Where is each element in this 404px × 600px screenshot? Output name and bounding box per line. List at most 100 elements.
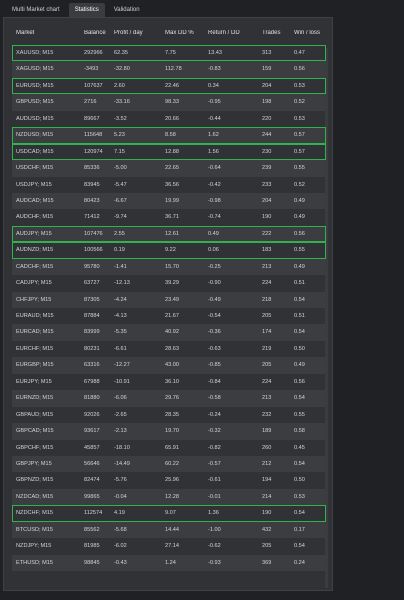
cell-return-dd: -0.25 — [208, 263, 221, 270]
cell-win-loss: 0.51 — [294, 280, 305, 287]
cell-profit-per-day: -14.49 — [114, 460, 130, 467]
table-row[interactable]: EURAUD; M15 87884 -4.13 21.67 -0.54 205 0.51 — [12, 308, 326, 325]
cell-profit-per-day: 2.60 — [114, 82, 125, 89]
tab-multi-market-chart[interactable]: Multi Market chart — [6, 3, 66, 17]
table-row[interactable]: AUDJPY; M15 107476 2.55 12.61 0.49 222 0.56 — [12, 225, 326, 243]
header-return-dd[interactable]: Return / DD — [208, 30, 260, 36]
cell-win-loss: 0.57 — [294, 148, 305, 155]
table-row[interactable]: GBPCHF; M15 45857 -18.10 65.91 -0.82 260 0.45 — [12, 439, 326, 456]
table-row[interactable]: NZDJPY; M15 81985 -6.02 27.14 -0.62 205 0.54 — [12, 538, 326, 555]
cell-win-loss: 0.50 — [294, 345, 305, 352]
cell-profit-per-day: 4.19 — [114, 510, 125, 517]
table-row[interactable]: EURJPY; M15 67988 -10.91 36.10 -0.84 224 0.56 — [12, 373, 326, 391]
cell-return-dd: 0.06 — [208, 247, 219, 254]
cell-profit-per-day: 0.19 — [114, 247, 125, 254]
cell-max-dd: 28.63 — [165, 345, 179, 352]
cell-return-dd: -0.64 — [208, 165, 221, 172]
tab-bar: Multi Market chart Statistics Validation — [0, 0, 404, 17]
cell-max-dd: 1.24 — [165, 559, 176, 566]
cell-return-dd: 13.43 — [208, 50, 222, 56]
table-row[interactable]: GBPAUD; M15 92026 -2.65 28.35 -0.24 232 0.55 — [12, 406, 326, 424]
cell-win-loss: 0.52 — [294, 181, 305, 188]
table-row[interactable]: NZDCAD; M15 99865 -0.04 12.28 -0.01 214 0.53 — [12, 488, 326, 506]
cell-profit-per-day: -5.00 — [114, 165, 127, 172]
cell-return-dd: -0.61 — [208, 477, 221, 484]
cell-max-dd: 27.14 — [165, 543, 179, 550]
cell-max-dd: 19.99 — [165, 197, 179, 204]
cell-trades: 213 — [262, 263, 272, 270]
cell-profit-per-day: -33.16 — [114, 99, 130, 106]
cell-max-dd: 112.78 — [165, 66, 182, 73]
cell-win-loss: 0.47 — [294, 50, 305, 56]
cell-win-loss: 0.57 — [294, 132, 305, 139]
header-max-dd[interactable]: Max DD % — [165, 30, 205, 36]
cell-profit-per-day: -0.43 — [114, 559, 127, 566]
cell-trades: 205 — [262, 362, 272, 369]
tab-validation[interactable]: Validation — [108, 3, 146, 17]
cell-return-dd: 1.36 — [208, 510, 219, 517]
cell-return-dd: -0.42 — [208, 181, 221, 188]
cell-win-loss: 0.51 — [294, 313, 305, 319]
cell-return-dd: -0.90 — [208, 280, 221, 287]
cell-max-dd: 8.58 — [165, 132, 176, 139]
table-row[interactable]: GBPNZD; M15 82474 -5.76 25.96 -0.61 194 0.50 — [12, 472, 326, 489]
cell-profit-per-day: -5.68 — [114, 526, 127, 533]
cell-win-loss: 0.49 — [294, 263, 305, 270]
table-row[interactable]: AUDCAD; M15 80423 -6.67 19.99 -0.98 204 0.49 — [12, 192, 326, 210]
table-row[interactable]: GBPCAD; M15 93617 -2.13 19.70 -0.32 189 0.58 — [12, 423, 326, 440]
header-win-loss[interactable]: Win / loss — [294, 30, 324, 36]
cell-max-dd: 98.33 — [165, 99, 179, 106]
table-row[interactable]: CADJPY; M15 63727 -12.13 39.29 -0.90 224 0.51 — [12, 275, 326, 292]
cell-trades: 205 — [262, 543, 272, 550]
cell-max-dd: 7.75 — [165, 50, 176, 56]
cell-max-dd: 40.92 — [165, 329, 179, 336]
cell-max-dd: 22.46 — [165, 82, 179, 89]
table-row[interactable]: AUDCHF; M15 71412 -9.74 36.71 -0.74 190 0.49 — [12, 209, 326, 226]
cell-max-dd: 23.49 — [165, 296, 179, 303]
table-row[interactable]: USDJPY; M15 83945 -5.47 36.56 -0.42 233 0.52 — [12, 176, 326, 193]
table-row[interactable]: CADCHF; M15 95780 -1.41 15.70 -0.25 213 0.49 — [12, 258, 326, 276]
cell-max-dd: 65.91 — [165, 444, 179, 451]
cell-max-dd: 21.67 — [165, 313, 179, 319]
cell-max-dd: 12.28 — [165, 493, 179, 500]
header-profit-per-day[interactable]: Profit / day — [114, 30, 162, 36]
table-row[interactable]: XAUUSD; M15 292966 62.35 7.75 13.43 313 0.47 — [12, 45, 326, 62]
table-row[interactable]: ETHUSD; M15 98845 -0.43 1.24 -0.93 369 0.24 — [12, 554, 326, 571]
table-row[interactable]: GBPUSD; M15 2716 -33.16 98.33 -0.95 198 0.52 — [12, 94, 326, 111]
cell-trades: 232 — [262, 411, 272, 418]
cell-trades: 198 — [262, 99, 272, 106]
cell-trades: 432 — [262, 526, 272, 533]
cell-win-loss: 0.49 — [294, 362, 305, 369]
table-row[interactable]: CHFJPY; M15 87305 -4.24 23.49 -0.49 218 0.54 — [12, 291, 326, 308]
table-row[interactable]: EURGBP; M15 63316 -12.27 43.00 -0.85 205 0.49 — [12, 357, 326, 374]
table-row[interactable]: USDCHF; M15 85336 -5.00 22.65 -0.64 239 0.55 — [12, 160, 326, 177]
table-row[interactable]: XAGUSD; M15 -3493 -32.80 112.78 -0.83 159 0.56 — [12, 61, 326, 78]
table-row[interactable]: GBPJPY; M15 56646 -14.49 60.22 -0.57 212 0.54 — [12, 455, 326, 473]
cell-win-loss: 0.49 — [294, 214, 305, 221]
cell-return-dd: -0.74 — [208, 214, 221, 221]
cell-trades: 190 — [262, 510, 272, 517]
cell-profit-per-day: -5.35 — [114, 329, 127, 336]
header-trades[interactable]: Trades — [262, 30, 292, 36]
cell-profit-per-day: -12.13 — [114, 280, 130, 287]
table-row[interactable]: NZDUSD; M15 115648 5.23 8.58 1.62 244 0.57 — [12, 127, 326, 144]
table-row[interactable]: AUDNZD; M15 100566 0.19 9.22 0.06 183 0.55 — [12, 242, 326, 259]
table-row[interactable]: USDCAD; M15 120974 7.15 12.88 1.56 230 0.57 — [12, 143, 326, 161]
cell-profit-per-day: -18.10 — [114, 444, 130, 451]
tab-statistics[interactable]: Statistics — [68, 3, 105, 17]
cell-max-dd: 19.70 — [165, 428, 179, 435]
cell-win-loss: 0.49 — [294, 197, 305, 204]
table-row[interactable]: NZDCHF; M15 112574 4.19 9.07 1.36 190 0.54 — [12, 505, 326, 522]
table-row[interactable]: EURCAD; M15 83999 -5.35 40.92 -0.36 174 0.54 — [12, 324, 326, 341]
cell-win-loss: 0.45 — [294, 444, 305, 451]
cell-profit-per-day: 62.35 — [114, 50, 128, 56]
cell-trades: 194 — [262, 477, 272, 484]
cell-trades: 218 — [262, 296, 272, 303]
table-row[interactable]: BTCUSD; M15 85562 -5.68 14.44 -1.00 432 0.17 — [12, 521, 326, 539]
table-row[interactable]: AUDUSD; M15 89667 -3.52 20.66 -0.44 220 0.53 — [12, 110, 326, 128]
table-row[interactable]: EURNZD; M15 81880 -6.06 29.76 -0.58 213 0.54 — [12, 390, 326, 407]
cell-max-dd: 39.29 — [165, 280, 179, 287]
cell-profit-per-day: -6.06 — [114, 395, 127, 402]
table-row[interactable]: EURUSD; M15 107637 2.60 22.46 0.34 204 0.53 — [12, 77, 326, 95]
table-row[interactable]: EURCHF; M15 80231 -6.61 28.63 -0.63 219 0.50 — [12, 340, 326, 358]
